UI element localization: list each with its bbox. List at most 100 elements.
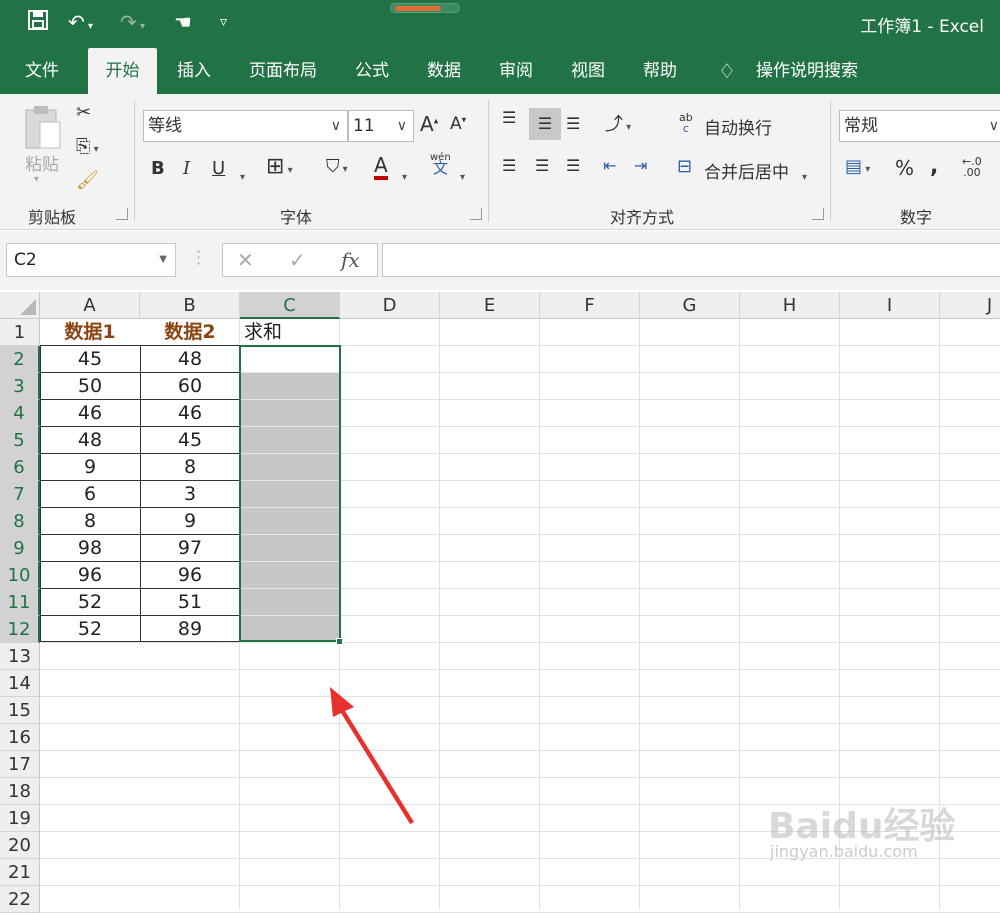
column-header-e[interactable]: E [440, 292, 540, 319]
align-center-icon[interactable]: ☰ [535, 156, 549, 175]
paste-icon[interactable] [20, 104, 64, 154]
alignment-launcher-icon[interactable] [812, 208, 824, 220]
window-drag-handle[interactable] [390, 3, 460, 13]
column-header-d[interactable]: D [340, 292, 440, 319]
column-header-b[interactable]: B [140, 292, 240, 319]
row-header-4[interactable]: 4 [0, 400, 40, 427]
row-header-10[interactable]: 10 [0, 562, 40, 589]
worksheet[interactable]: ABCDEFGHIJ 1 2 3 4 5 6 7 8 9 10 11 12 13 14 15 16 17 18 19… [0, 292, 1000, 913]
save-icon[interactable] [28, 10, 48, 35]
row-header-2[interactable]: 2 [0, 346, 40, 373]
clipboard-launcher-icon[interactable] [116, 208, 128, 220]
active-cell-c2[interactable] [241, 347, 339, 372]
fill-color-icon[interactable]: ⛉ ▾ [326, 156, 348, 177]
redo-icon[interactable]: ↷ ▾ [120, 10, 145, 39]
tab-file[interactable]: 文件 [10, 48, 74, 94]
decrease-font-icon[interactable]: A▾ [450, 114, 466, 134]
row-header-12[interactable]: 12 [0, 616, 40, 643]
column-header-f[interactable]: F [540, 292, 640, 319]
merge-dropdown[interactable]: ▾ [802, 164, 807, 185]
row-header-20[interactable]: 20 [0, 832, 40, 859]
row-header-8[interactable]: 8 [0, 508, 40, 535]
bold-button[interactable]: B [151, 158, 165, 179]
tab-formulas[interactable]: 公式 [340, 48, 404, 94]
font-color-dropdown[interactable]: ▾ [402, 164, 407, 185]
tab-view[interactable]: 视图 [556, 48, 620, 94]
name-box[interactable]: C2 ▼ [6, 243, 176, 277]
font-size-combo[interactable]: 11 ∨ [348, 110, 414, 142]
row-header-3[interactable]: 3 [0, 373, 40, 400]
row-header-7[interactable]: 7 [0, 481, 40, 508]
row-header-21[interactable]: 21 [0, 859, 40, 886]
tab-home[interactable]: 开始 [88, 48, 157, 94]
cell-a1[interactable]: 数据1 [40, 319, 140, 346]
touch-mode-icon[interactable]: ☚ [174, 10, 192, 34]
decrease-indent-icon[interactable]: ⇤ [603, 156, 616, 175]
decimal-icon[interactable]: ←.0.00 [962, 156, 982, 178]
enter-icon[interactable]: ✓ [289, 248, 306, 272]
merge-center-icon[interactable]: ⊟ [677, 156, 692, 177]
more-icon[interactable]: · · · [196, 244, 201, 272]
column-header-c[interactable]: C [240, 292, 340, 319]
select-all-button[interactable] [0, 292, 40, 319]
align-left-icon[interactable]: ☰ [502, 156, 516, 175]
align-right-icon[interactable]: ☰ [566, 156, 580, 175]
font-launcher-icon[interactable] [470, 208, 482, 220]
column-header-h[interactable]: H [740, 292, 840, 319]
insert-function-icon[interactable]: fx [341, 248, 360, 272]
cancel-icon[interactable]: ✕ [237, 248, 254, 272]
cell-c1[interactable]: 求和 [240, 319, 340, 346]
row-header-14[interactable]: 14 [0, 670, 40, 697]
format-painter-icon[interactable]: 🖌 [76, 170, 99, 191]
italic-button[interactable]: I [183, 158, 190, 179]
row-header-9[interactable]: 9 [0, 535, 40, 562]
fill-handle[interactable] [336, 638, 343, 645]
tell-me-search[interactable]: 操作说明搜索 [750, 48, 864, 94]
column-header-a[interactable]: A [40, 292, 140, 319]
row-header-17[interactable]: 17 [0, 751, 40, 778]
underline-button[interactable]: U [212, 158, 225, 179]
cell-b1[interactable]: 数据2 [140, 319, 240, 346]
font-name-combo[interactable]: 等线 ∨ [143, 110, 348, 142]
paste-dropdown[interactable]: ▾ [34, 174, 39, 185]
phonetic-dropdown[interactable]: ▾ [460, 164, 465, 185]
tab-review[interactable]: 审阅 [484, 48, 548, 94]
copy-icon[interactable]: ⎘ ▾ [76, 136, 99, 157]
borders-icon[interactable]: ⊞ ▾ [266, 154, 293, 179]
row-header-6[interactable]: 6 [0, 454, 40, 481]
row-header-11[interactable]: 11 [0, 589, 40, 616]
row-header-16[interactable]: 16 [0, 724, 40, 751]
row-header-13[interactable]: 13 [0, 643, 40, 670]
cut-icon[interactable]: ✂ [76, 102, 91, 123]
align-bottom-icon[interactable]: ☰ [566, 114, 580, 133]
align-middle-icon[interactable]: ☰ [529, 108, 561, 140]
undo-icon[interactable]: ↶ ▾ [68, 10, 93, 39]
increase-indent-icon[interactable]: ⇥ [634, 156, 647, 175]
currency-icon[interactable]: ▤ ▾ [845, 156, 870, 177]
paste-button[interactable]: 粘贴 [18, 150, 66, 175]
row-header-1[interactable]: 1 [0, 319, 40, 346]
tab-help[interactable]: 帮助 [628, 48, 692, 94]
row-header-15[interactable]: 15 [0, 697, 40, 724]
column-header-i[interactable]: I [840, 292, 940, 319]
column-header-g[interactable]: G [640, 292, 740, 319]
row-header-5[interactable]: 5 [0, 427, 40, 454]
merge-center-button[interactable]: 合并后居中 [704, 158, 789, 183]
comma-button[interactable]: , [930, 154, 938, 179]
formula-input[interactable] [382, 243, 1000, 277]
column-header-j[interactable]: J [940, 292, 1000, 319]
percent-button[interactable]: % [895, 156, 914, 180]
align-top-icon[interactable]: ☰ [502, 108, 516, 127]
number-format-combo[interactable]: 常规 ∨ [839, 110, 1000, 142]
row-header-22[interactable]: 22 [0, 886, 40, 913]
orientation-icon[interactable]: ⤴ ▾ [605, 110, 631, 136]
increase-font-icon[interactable]: A▴ [420, 112, 438, 136]
font-color-icon[interactable]: A [374, 154, 388, 180]
phonetic-icon[interactable]: wén 文 [430, 152, 451, 176]
customize-toolbar-icon[interactable]: ▿ [220, 10, 227, 34]
row-header-19[interactable]: 19 [0, 805, 40, 832]
tab-insert[interactable]: 插入 [162, 48, 226, 94]
underline-dropdown[interactable]: ▾ [240, 164, 245, 185]
wrap-text-icon[interactable]: ab c [679, 112, 693, 134]
wrap-text-button[interactable]: 自动换行 [704, 114, 772, 139]
